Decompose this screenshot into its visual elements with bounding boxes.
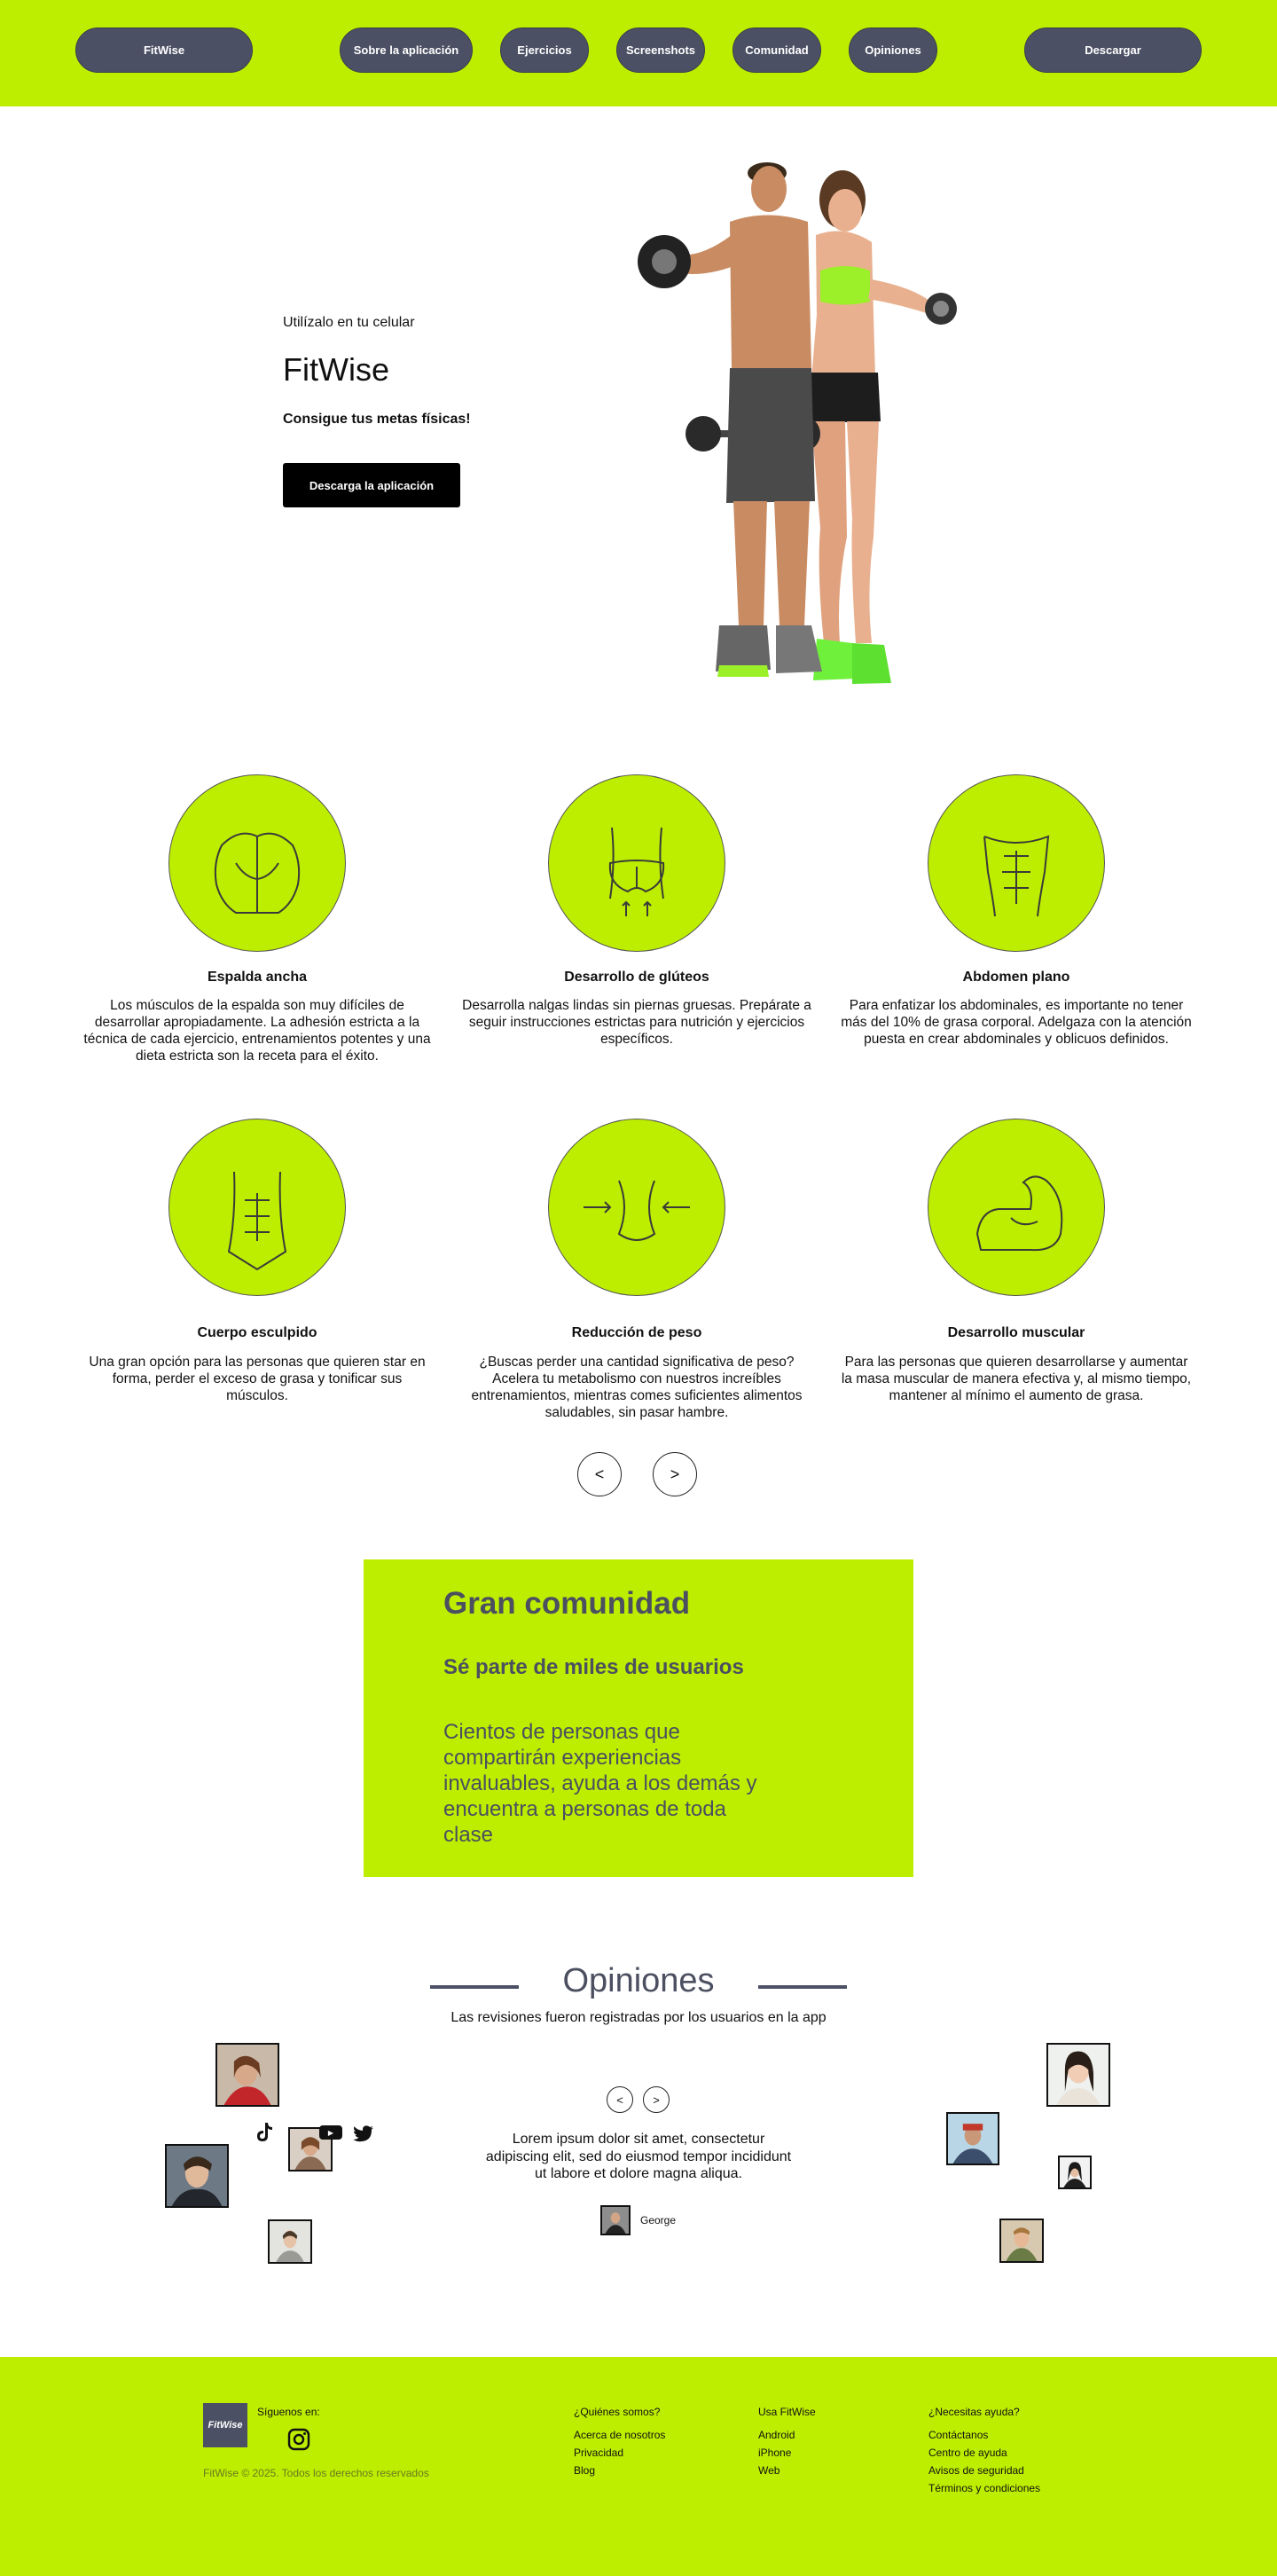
follow-label: Síguenos en: bbox=[257, 2406, 320, 2418]
brand-button[interactable]: FitWise bbox=[75, 27, 253, 73]
footer-column-title: ¿Necesitas ayuda? bbox=[928, 2406, 1020, 2418]
hero-title: FitWise bbox=[283, 351, 389, 388]
waist-reduction-icon bbox=[548, 1119, 725, 1296]
footer: FitWise Síguenos en: FitWise © 2025. Tod… bbox=[0, 2357, 1277, 2576]
footer-link-privacy[interactable]: Privacidad bbox=[574, 2446, 623, 2459]
footer-column-title: Usa FitWise bbox=[758, 2406, 816, 2418]
feature-title: Desarrollo de glúteos bbox=[564, 970, 709, 985]
feature-description: ¿Buscas perder una cantidad significativ… bbox=[471, 1355, 803, 1420]
opinions-title: Opiniones bbox=[562, 1962, 715, 1999]
nav-link-screenshots[interactable]: Screenshots bbox=[616, 27, 705, 73]
footer-link-security[interactable]: Avisos de seguridad bbox=[928, 2464, 1024, 2477]
footer-link-web[interactable]: Web bbox=[758, 2464, 780, 2477]
nav-link-exercises[interactable]: Ejercicios bbox=[500, 27, 589, 73]
footer-link-blog[interactable]: Blog bbox=[574, 2464, 595, 2477]
feature-title: Espalda ancha bbox=[207, 970, 308, 985]
community-subtitle: Sé parte de miles de usuarios bbox=[443, 1655, 744, 1679]
youtube-icon[interactable]: ▶ bbox=[319, 2125, 342, 2140]
hero-subtitle: Utilízalo en tu celular bbox=[283, 315, 415, 330]
download-app-button[interactable]: Descarga la aplicación bbox=[283, 463, 460, 507]
user-photo bbox=[946, 2112, 999, 2165]
nav-link-about[interactable]: Sobre la aplicación bbox=[340, 27, 473, 73]
user-photo bbox=[215, 2043, 279, 2107]
opinions-next-button[interactable]: > bbox=[643, 2086, 670, 2113]
footer-column-title: ¿Quiénes somos? bbox=[574, 2406, 661, 2418]
review-author: George bbox=[640, 2214, 677, 2227]
opinions-subtitle: Las revisiones fueron registradas por lo… bbox=[450, 2010, 827, 2025]
footer-link-iphone[interactable]: iPhone bbox=[758, 2446, 791, 2459]
user-photo bbox=[268, 2219, 312, 2264]
feature-description: Para las personas que quieren desarrolla… bbox=[841, 1355, 1192, 1403]
footer-link-about[interactable]: Acerca de nosotros bbox=[574, 2429, 665, 2441]
features-next-button[interactable]: > bbox=[653, 1452, 697, 1496]
user-photo bbox=[999, 2219, 1044, 2263]
glutes-icon bbox=[548, 774, 725, 952]
twitter-icon[interactable] bbox=[353, 2125, 374, 2143]
download-nav-button[interactable]: Descargar bbox=[1024, 27, 1202, 73]
tiktok-icon[interactable] bbox=[255, 2122, 273, 2143]
hero-tagline: Consigue tus metas físicas! bbox=[283, 412, 471, 427]
features-prev-button[interactable]: < bbox=[577, 1452, 622, 1496]
hero-athletes-image bbox=[638, 162, 957, 684]
footer-link-android[interactable]: Android bbox=[758, 2429, 795, 2441]
feature-title: Cuerpo esculpido bbox=[197, 1325, 317, 1340]
user-photo bbox=[165, 2144, 229, 2208]
feature-title: Abdomen plano bbox=[962, 970, 1070, 985]
community-title: Gran comunidad bbox=[443, 1586, 691, 1621]
nav-link-community[interactable]: Comunidad bbox=[733, 27, 821, 73]
feature-title: Reducción de peso bbox=[571, 1325, 702, 1340]
user-photo bbox=[1058, 2156, 1092, 2189]
community-text: Cientos de personas que compartirán expe… bbox=[443, 1720, 757, 1847]
opinions-prev-button[interactable]: < bbox=[607, 2086, 633, 2113]
feature-description: Los músculos de la espalda son muy difíc… bbox=[83, 998, 431, 1064]
footer-link-help-center[interactable]: Centro de ayuda bbox=[928, 2446, 1007, 2459]
top-navbar: FitWise Sobre la aplicación Ejercicios S… bbox=[0, 0, 1277, 106]
abs-icon bbox=[928, 774, 1105, 952]
author-avatar bbox=[600, 2205, 631, 2235]
nav-link-opinions[interactable]: Opiniones bbox=[849, 27, 937, 73]
feature-description: Una gran opción para las personas que qu… bbox=[89, 1355, 426, 1403]
instagram-icon[interactable] bbox=[287, 2428, 310, 2451]
footer-logo[interactable]: FitWise bbox=[203, 2403, 247, 2447]
feature-description: Para enfatizar los abdominales, es impor… bbox=[841, 998, 1192, 1047]
footer-link-contact[interactable]: Contáctanos bbox=[928, 2429, 988, 2441]
community-section: Gran comunidad Sé parte de miles de usua… bbox=[364, 1559, 913, 1877]
copyright-text: FitWise © 2025. Todos los derechos reser… bbox=[203, 2467, 429, 2479]
feature-description: Desarrolla nalgas lindas sin piernas gru… bbox=[462, 998, 811, 1047]
user-photo bbox=[1046, 2043, 1110, 2107]
feature-title: Desarrollo muscular bbox=[947, 1325, 1085, 1340]
biceps-icon bbox=[928, 1119, 1105, 1296]
footer-link-terms[interactable]: Términos y condiciones bbox=[928, 2482, 1040, 2494]
back-muscles-icon bbox=[168, 774, 346, 952]
sculpted-body-icon bbox=[168, 1119, 346, 1296]
review-quote: Lorem ipsum dolor sit amet, consectetur … bbox=[485, 2132, 792, 2181]
